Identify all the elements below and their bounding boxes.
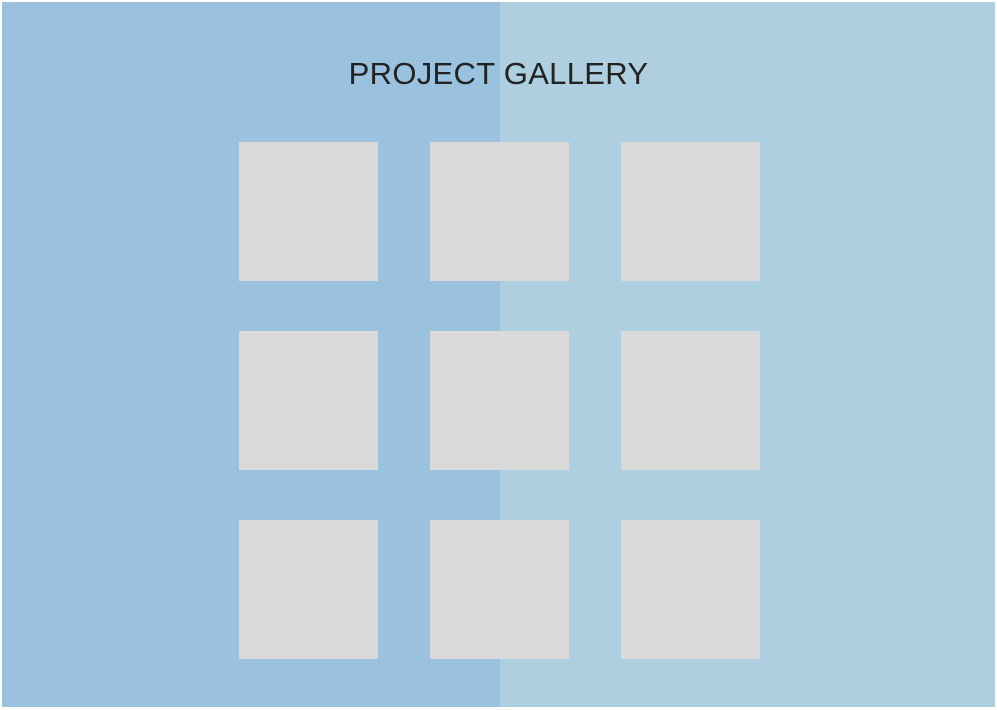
page-title: PROJECT GALLERY [348, 56, 649, 91]
gallery-tile[interactable] [430, 520, 569, 659]
gallery-tile[interactable] [430, 331, 569, 470]
gallery-tile[interactable] [430, 142, 569, 281]
gallery-tile[interactable] [239, 331, 378, 470]
gallery-tile[interactable] [621, 520, 760, 659]
gallery-grid [239, 142, 761, 660]
gallery-tile[interactable] [239, 142, 378, 281]
gallery-tile[interactable] [621, 142, 760, 281]
gallery-canvas: PROJECT GALLERY [2, 2, 995, 707]
gallery-tile[interactable] [621, 331, 760, 470]
gallery-tile[interactable] [239, 520, 378, 659]
